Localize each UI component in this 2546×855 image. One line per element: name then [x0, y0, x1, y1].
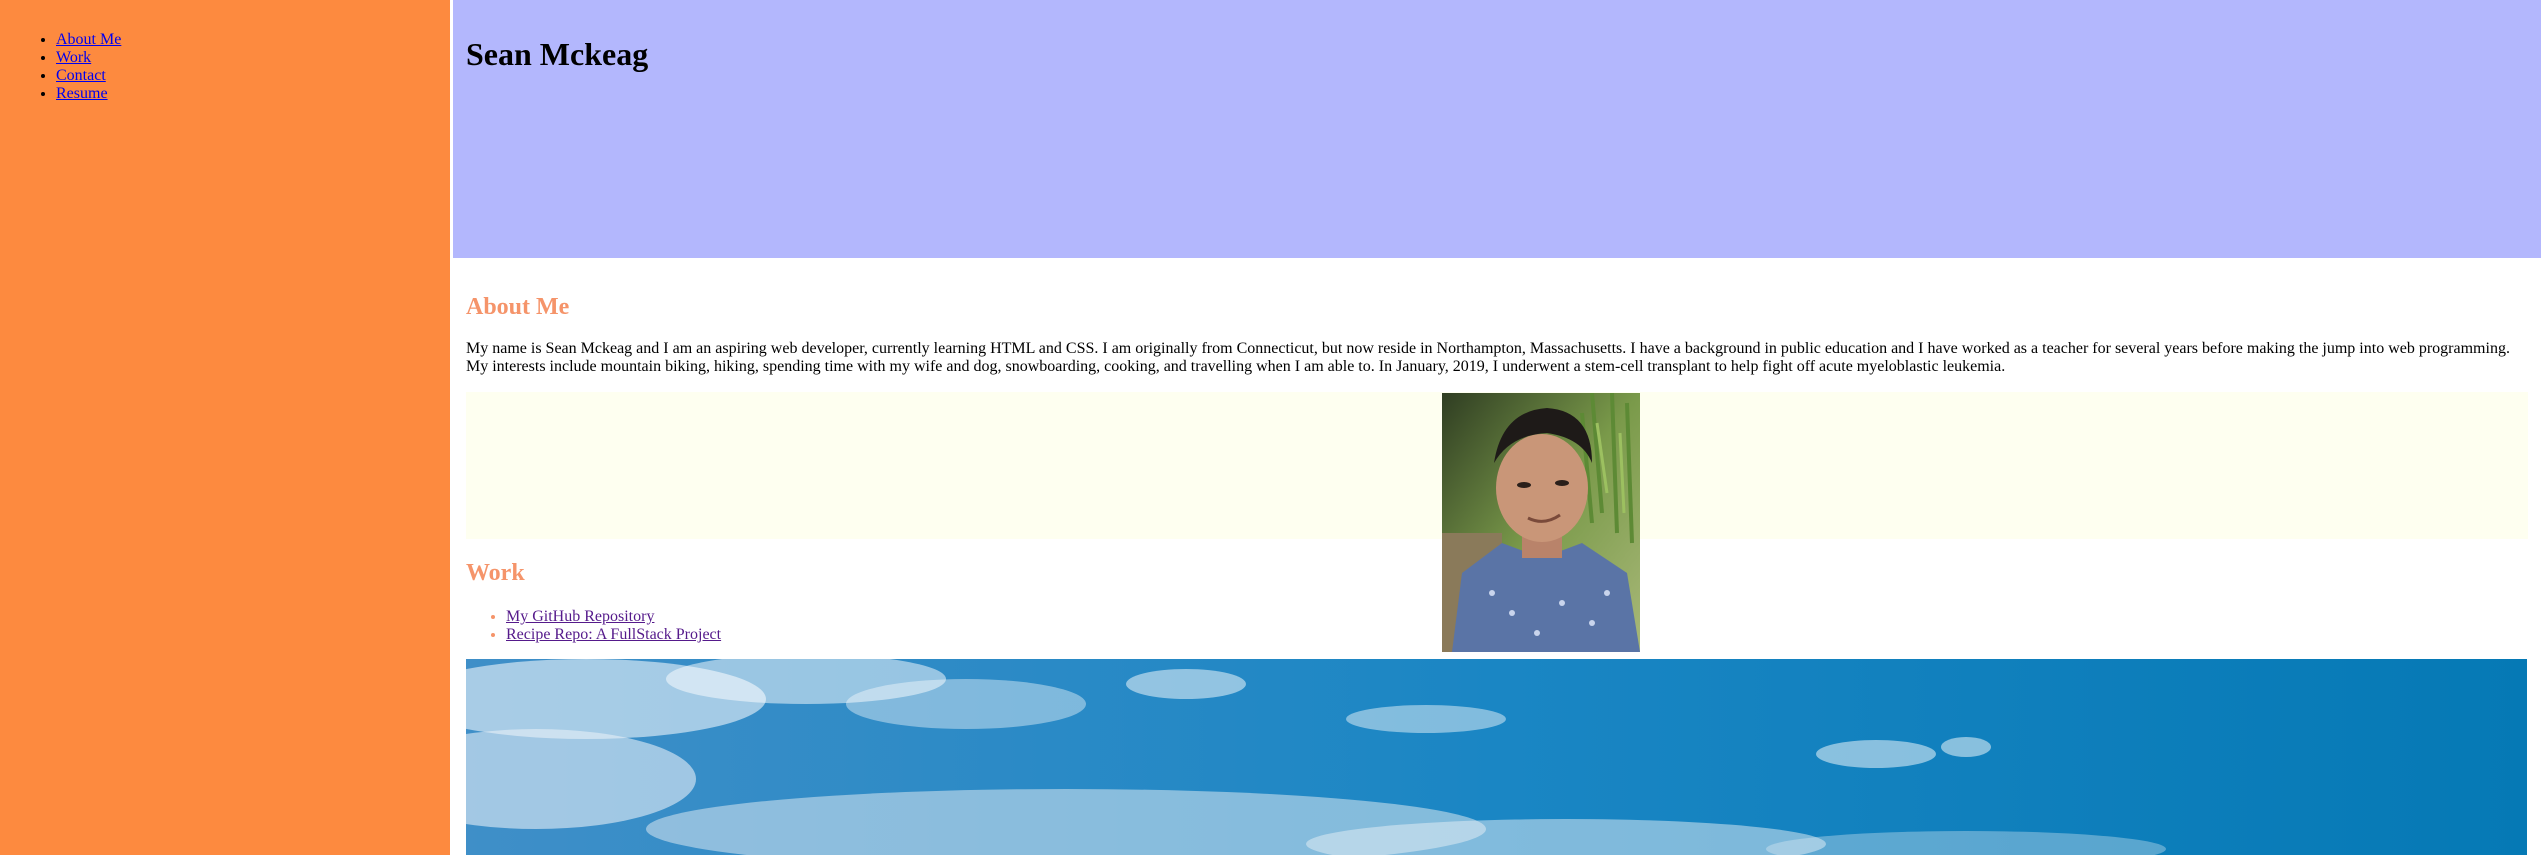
sky-banner-image	[466, 659, 2527, 855]
about-text: My name is Sean Mckeag and I am an aspir…	[466, 340, 2510, 375]
page-title: Sean Mckeag	[466, 36, 649, 72]
work-heading: Work	[466, 560, 525, 586]
profile-photo	[1442, 393, 1640, 652]
work-list: My GitHub Repository Recipe Repo: A Full…	[506, 608, 721, 644]
work-list-item: Recipe Repo: A FullStack Project	[506, 626, 721, 644]
nav-link-work[interactable]: Work	[56, 49, 91, 66]
nav-item-contact: Contact	[56, 67, 121, 85]
github-repository-link[interactable]: My GitHub Repository	[506, 608, 654, 625]
nav-item-about: About Me	[56, 31, 121, 49]
nav-item-resume: Resume	[56, 85, 121, 103]
right-border	[2541, 0, 2546, 855]
profile-photo-image	[1442, 393, 1640, 652]
work-list-item: My GitHub Repository	[506, 608, 721, 626]
nav-link-contact[interactable]: Contact	[56, 67, 106, 84]
sidebar: About Me Work Contact Resume	[0, 0, 450, 855]
about-heading: About Me	[466, 294, 570, 320]
nav-link-resume[interactable]: Resume	[56, 85, 108, 102]
nav-link-about[interactable]: About Me	[56, 31, 121, 48]
nav-item-work: Work	[56, 49, 121, 67]
page-header: Sean Mckeag	[453, 0, 2541, 258]
sky-image	[466, 659, 2527, 855]
nav-list: About Me Work Contact Resume	[56, 31, 121, 103]
recipe-repo-link[interactable]: Recipe Repo: A FullStack Project	[506, 626, 721, 643]
